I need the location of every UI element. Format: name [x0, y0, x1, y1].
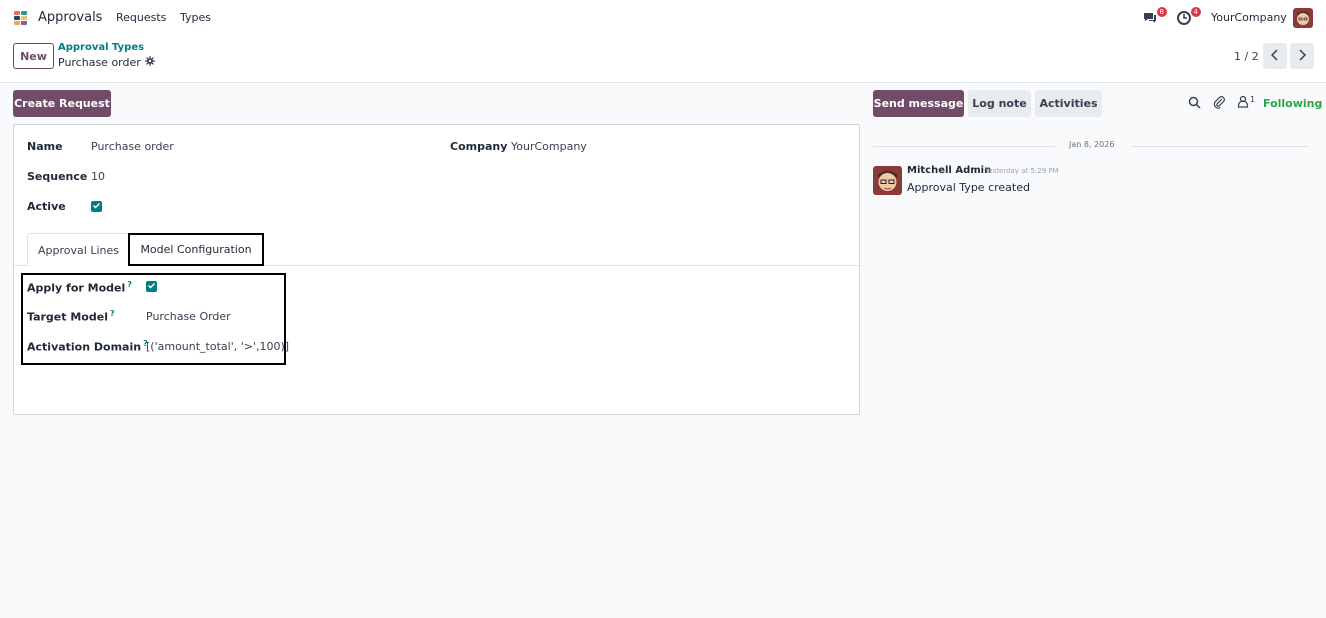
chevron-right-icon: [1298, 48, 1307, 64]
date-separator: Jan 8, 2026: [873, 140, 1309, 152]
help-icon[interactable]: ?: [127, 280, 132, 289]
company-field[interactable]: YourCompany: [511, 140, 587, 153]
pager-previous-button[interactable]: [1263, 43, 1287, 69]
name-label: Name: [27, 140, 63, 153]
activation-domain-label-text: Activation Domain: [27, 340, 142, 354]
breadcrumb-current-label: Purchase order: [58, 56, 141, 69]
activities-button[interactable]: Activities: [1035, 90, 1102, 117]
chevron-left-icon: [1270, 48, 1279, 64]
message-body: Approval Type created: [907, 181, 1030, 194]
author-avatar[interactable]: [873, 166, 902, 195]
form-sheet: Name Purchase order Company YourCompany …: [13, 124, 860, 415]
sequence-label: Sequence: [27, 170, 88, 183]
top-navbar: Approvals Requests Types 8 4 YourCompany: [0, 0, 1326, 36]
gear-icon[interactable]: [144, 56, 155, 69]
apply-model-label-text: Apply for Model: [27, 281, 126, 295]
tab-approval-lines[interactable]: Approval Lines: [27, 233, 130, 266]
pager-value[interactable]: 1 / 2: [1234, 50, 1259, 63]
check-icon: [92, 200, 101, 213]
control-panel: New Approval Types Purchase order 1 / 2: [0, 36, 1326, 83]
active-checkbox[interactable]: [91, 201, 102, 212]
following-button[interactable]: Following: [1263, 97, 1322, 110]
paperclip-icon[interactable]: [1213, 96, 1226, 112]
followers-button[interactable]: 1: [1237, 95, 1255, 111]
sequence-field[interactable]: 10: [91, 170, 105, 183]
user-avatar[interactable]: [1293, 8, 1313, 28]
approvals-app-icon[interactable]: [12, 9, 30, 27]
activation-domain-field[interactable]: [('amount_total', '>',100)]: [146, 340, 289, 353]
help-icon[interactable]: ?: [110, 309, 115, 318]
breadcrumb-current: Purchase order: [58, 56, 155, 69]
user-icon: [1237, 95, 1249, 111]
divider: [1131, 146, 1309, 147]
send-message-button[interactable]: Send message: [873, 90, 964, 117]
activities-badge: 4: [1190, 7, 1201, 17]
name-field[interactable]: Purchase order: [91, 140, 174, 153]
menu-requests[interactable]: Requests: [116, 11, 166, 24]
check-icon: [147, 280, 156, 293]
menu-types[interactable]: Types: [180, 11, 211, 24]
company-label: Company: [450, 140, 508, 153]
pager-next-button[interactable]: [1290, 43, 1314, 69]
divider: [873, 146, 1055, 147]
new-button[interactable]: New: [13, 43, 54, 69]
messages-icon[interactable]: 8: [1142, 7, 1167, 26]
followers-count: 1: [1250, 95, 1256, 104]
activation-domain-label: Activation Domain?: [27, 339, 148, 354]
message-time: Yesterday at 5:29 PM: [985, 167, 1059, 175]
apply-model-checkbox[interactable]: [146, 281, 157, 292]
activities-clock-icon[interactable]: 4: [1176, 7, 1201, 26]
apply-model-label: Apply for Model?: [27, 280, 132, 295]
create-request-button[interactable]: Create Request: [13, 90, 111, 117]
log-note-button[interactable]: Log note: [968, 90, 1031, 117]
active-label: Active: [27, 200, 66, 213]
app-name[interactable]: Approvals: [38, 10, 102, 25]
tab-model-configuration[interactable]: Model Configuration: [128, 233, 264, 266]
messages-badge: 8: [1156, 7, 1167, 17]
date-label: Jan 8, 2026: [1069, 140, 1115, 149]
target-model-field[interactable]: Purchase Order: [146, 310, 231, 323]
company-switcher[interactable]: YourCompany: [1211, 11, 1287, 24]
search-icon[interactable]: [1188, 96, 1201, 112]
target-model-label-text: Target Model: [27, 310, 108, 324]
message-author[interactable]: Mitchell Admin: [907, 165, 991, 176]
target-model-label: Target Model?: [27, 309, 115, 324]
breadcrumb-approval-types[interactable]: Approval Types: [58, 42, 144, 53]
